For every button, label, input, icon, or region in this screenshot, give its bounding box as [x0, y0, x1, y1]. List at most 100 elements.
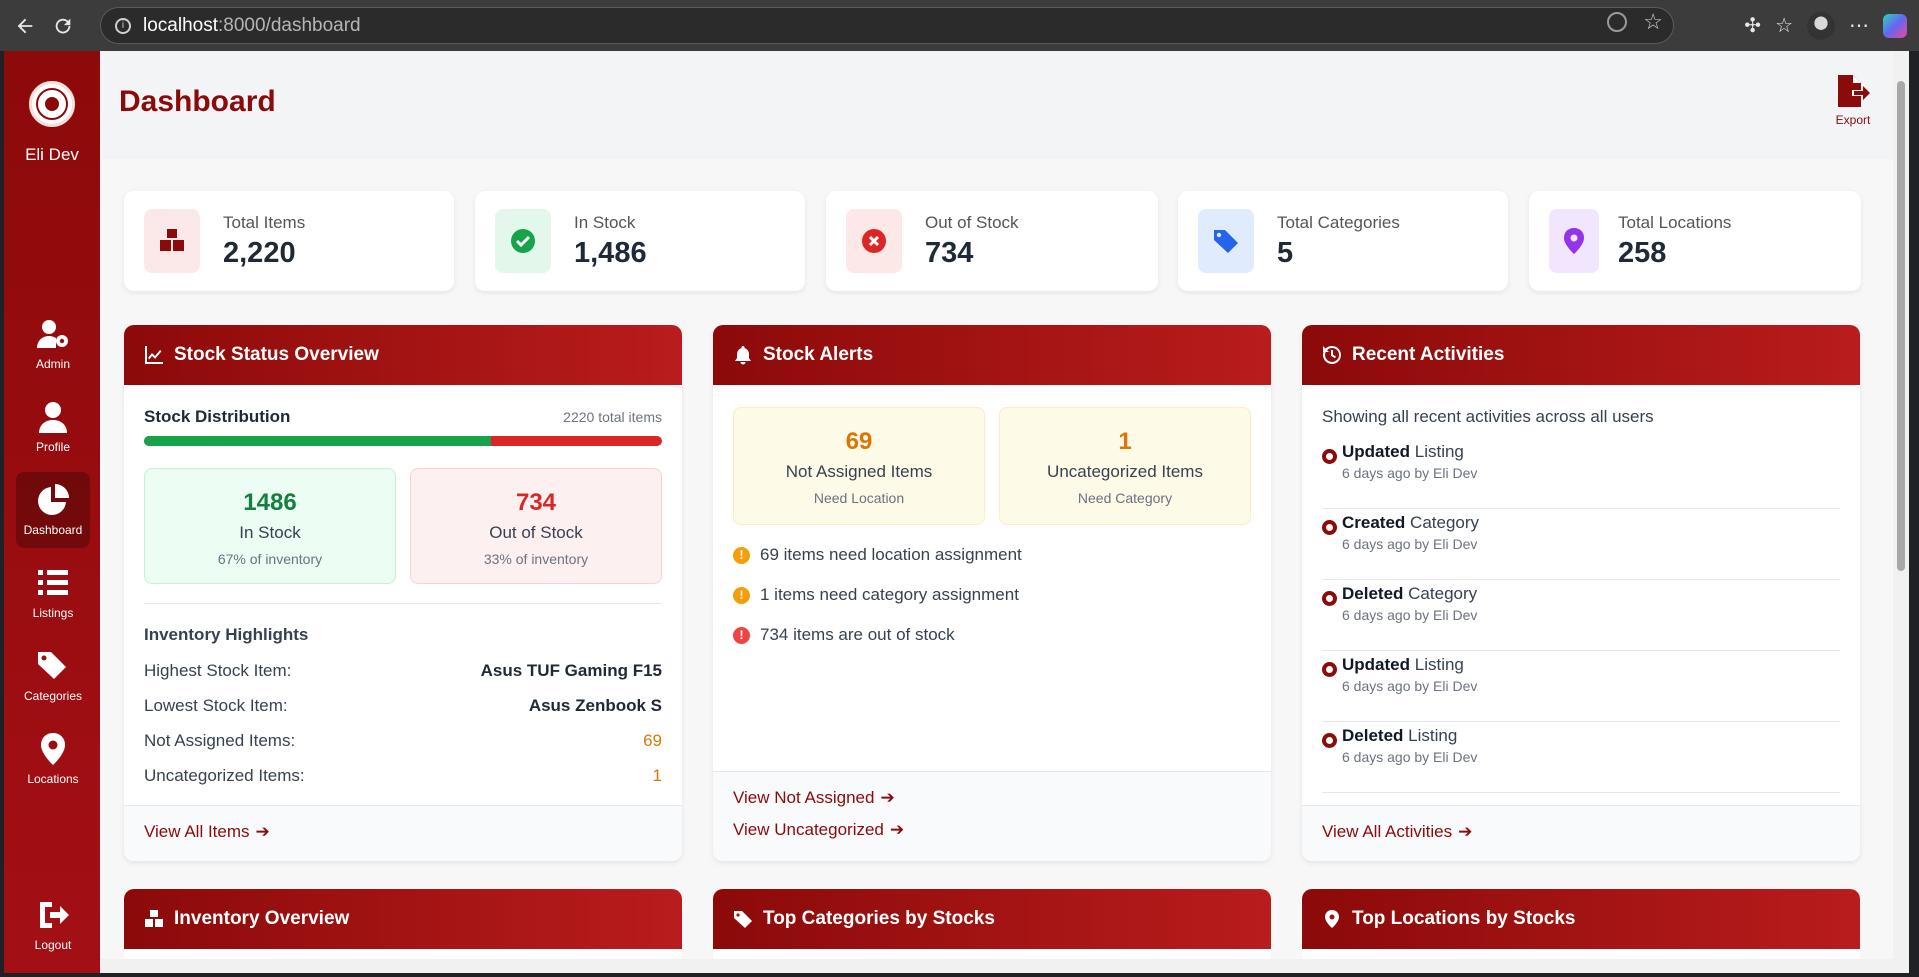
panel-title: Top Categories by Stocks [763, 908, 995, 929]
url-path: :8000/dashboard [218, 14, 361, 36]
stat-label: Total Locations [1618, 213, 1732, 232]
view-uncategorized-link[interactable]: View Uncategorized ➔ [733, 820, 1271, 840]
distribution-total: 2220 total items [563, 409, 662, 425]
panel-header: Top Categories by Stocks [713, 889, 1271, 949]
activity-bullet-icon [1322, 662, 1337, 677]
sidebar-item-categories[interactable]: Categories [16, 638, 90, 714]
activity-meta: 6 days ago by Eli Dev [1342, 465, 1478, 481]
activity-action: Deleted [1342, 584, 1404, 603]
panel-header: Recent Activities [1302, 325, 1860, 385]
activity-target: Listing [1408, 726, 1458, 745]
arrow-right-icon: ➔ [255, 822, 270, 841]
extensions-icon[interactable]: ✣ [1744, 13, 1761, 38]
stat-label: Total Categories [1277, 213, 1400, 232]
view-all-activities-link[interactable]: View All Activities ➔ [1322, 822, 1860, 842]
copilot-icon[interactable] [1883, 13, 1907, 38]
more-options-icon[interactable] [1607, 12, 1628, 32]
map-pin-icon [41, 733, 65, 765]
highlights-title: Inventory Highlights [144, 625, 309, 644]
view-not-assigned-link[interactable]: View Not Assigned ➔ [733, 788, 1271, 808]
stock-alerts-panel: Stock Alerts 69 Not Assigned Items Need … [713, 325, 1271, 861]
error-icon: ! [733, 626, 750, 644]
activity-item[interactable]: Deleted Category 6 days ago by Eli Dev [1322, 580, 1840, 651]
activity-action: Updated [1342, 655, 1410, 674]
page-header: Dashboard Export [100, 51, 1909, 159]
sidebar-item-label: Listings [32, 606, 74, 620]
stock-distribution-bar [144, 436, 662, 446]
activity-item[interactable]: Updated Listing 6 days ago by Eli Dev [1322, 438, 1840, 509]
activity-item[interactable]: Deleted Listing 6 days ago by Eli Dev [1322, 722, 1840, 793]
activity-item[interactable]: Created Category 6 days ago by Eli Dev [1322, 509, 1840, 580]
in-stock-label: In Stock [239, 523, 301, 542]
reload-icon[interactable] [46, 9, 80, 43]
sidebar-item-locations[interactable]: Locations [16, 721, 90, 797]
logout-button[interactable]: Logout [16, 887, 90, 963]
tags-icon [1198, 209, 1254, 273]
link-label: View All Items [144, 822, 250, 841]
link-label: View All Activities [1322, 822, 1453, 841]
site-info-icon[interactable]: i [115, 17, 131, 34]
logout-icon [40, 902, 69, 928]
activity-target: Category [1408, 584, 1478, 603]
arrow-right-icon: ➔ [880, 788, 895, 807]
stat-value: 5 [1277, 237, 1294, 269]
vertical-scrollbar[interactable] [1893, 51, 1909, 973]
sidebar-item-label: Dashboard [23, 523, 83, 537]
map-pin-icon [1549, 209, 1599, 273]
address-bar[interactable]: i localhost:8000/dashboard ☆ [100, 7, 1674, 44]
tags-icon [734, 911, 752, 928]
user-gear-icon [37, 320, 68, 348]
panel-header: Stock Status Overview [124, 325, 682, 385]
stock-status-panel: Stock Status Overview Stock Distribution… [124, 325, 682, 861]
panel-header: Stock Alerts [713, 325, 1271, 385]
stat-card-in-stock: In Stock 1,486 [475, 191, 805, 291]
line-chart-icon [145, 346, 163, 364]
highlight-row: Highest Stock Item: Asus TUF Gaming F15 [144, 661, 662, 681]
sidebar-item-dashboard[interactable]: Dashboard [16, 472, 90, 548]
favorite-star-icon[interactable]: ☆ [1643, 11, 1663, 33]
browser-actions: ✣ ☆ ⋯ [1744, 7, 1919, 44]
sidebar-item-admin[interactable]: Admin [16, 306, 90, 382]
activity-bullet-icon [1322, 520, 1337, 535]
bell-icon [735, 346, 751, 365]
activity-target: Listing [1414, 655, 1464, 674]
stat-label: Total Items [223, 213, 306, 232]
view-all-items-link[interactable]: View All Items ➔ [144, 822, 682, 842]
activity-item[interactable]: Updated Listing 6 days ago by Eli Dev [1322, 651, 1840, 722]
alert-value: 69 [845, 428, 873, 455]
pie-chart-icon [38, 484, 69, 515]
activity-target: Category [1410, 513, 1480, 532]
activity-title: Updated Listing [1342, 655, 1464, 675]
activity-action: Updated [1342, 442, 1410, 461]
alert-line: ! 734 items are out of stock [733, 625, 955, 645]
export-button[interactable]: Export [1835, 73, 1871, 127]
browser-menu-icon[interactable]: ⋯ [1849, 13, 1869, 38]
link-label: View Not Assigned [733, 788, 875, 807]
back-icon[interactable] [8, 9, 42, 43]
activities-subtitle: Showing all recent activities across all… [1322, 407, 1654, 426]
sidebar-item-profile[interactable]: Profile [16, 389, 90, 465]
highlight-value: Asus Zenbook S [528, 696, 662, 715]
page-title: Dashboard [119, 85, 276, 118]
favorites-icon[interactable]: ☆ [1775, 13, 1793, 38]
sidebar-item-listings[interactable]: Listings [16, 555, 90, 631]
highlight-label: Not Assigned Items: [144, 731, 296, 750]
uncategorized-box: 1 Uncategorized Items Need Category [999, 407, 1251, 525]
stat-value: 734 [925, 237, 974, 269]
stat-card-total-locations: Total Locations 258 [1529, 191, 1861, 291]
alert-text: 1 items need category assignment [760, 585, 1019, 604]
browser-profile-avatar[interactable] [1807, 11, 1835, 40]
activity-title: Deleted Category [1342, 584, 1477, 604]
sidebar-item-label: Locations [27, 772, 79, 786]
alert-line: ! 1 items need category assignment [733, 585, 1019, 605]
horizontal-scrollbar[interactable] [100, 959, 1893, 973]
in-stock-bar-fill [144, 436, 492, 446]
link-label: View Uncategorized [733, 820, 884, 839]
stat-card-total-categories: Total Categories 5 [1178, 191, 1508, 291]
sidebar: Eli Dev Admin Profile Dashboard Listings… [4, 51, 100, 973]
highlight-label: Uncategorized Items: [144, 766, 305, 785]
scrollbar-thumb[interactable] [1897, 81, 1905, 571]
highlight-value: 1 [652, 766, 662, 785]
out-of-stock-summary: 734 Out of Stock 33% of inventory [410, 468, 662, 584]
activity-bullet-icon [1322, 733, 1337, 748]
